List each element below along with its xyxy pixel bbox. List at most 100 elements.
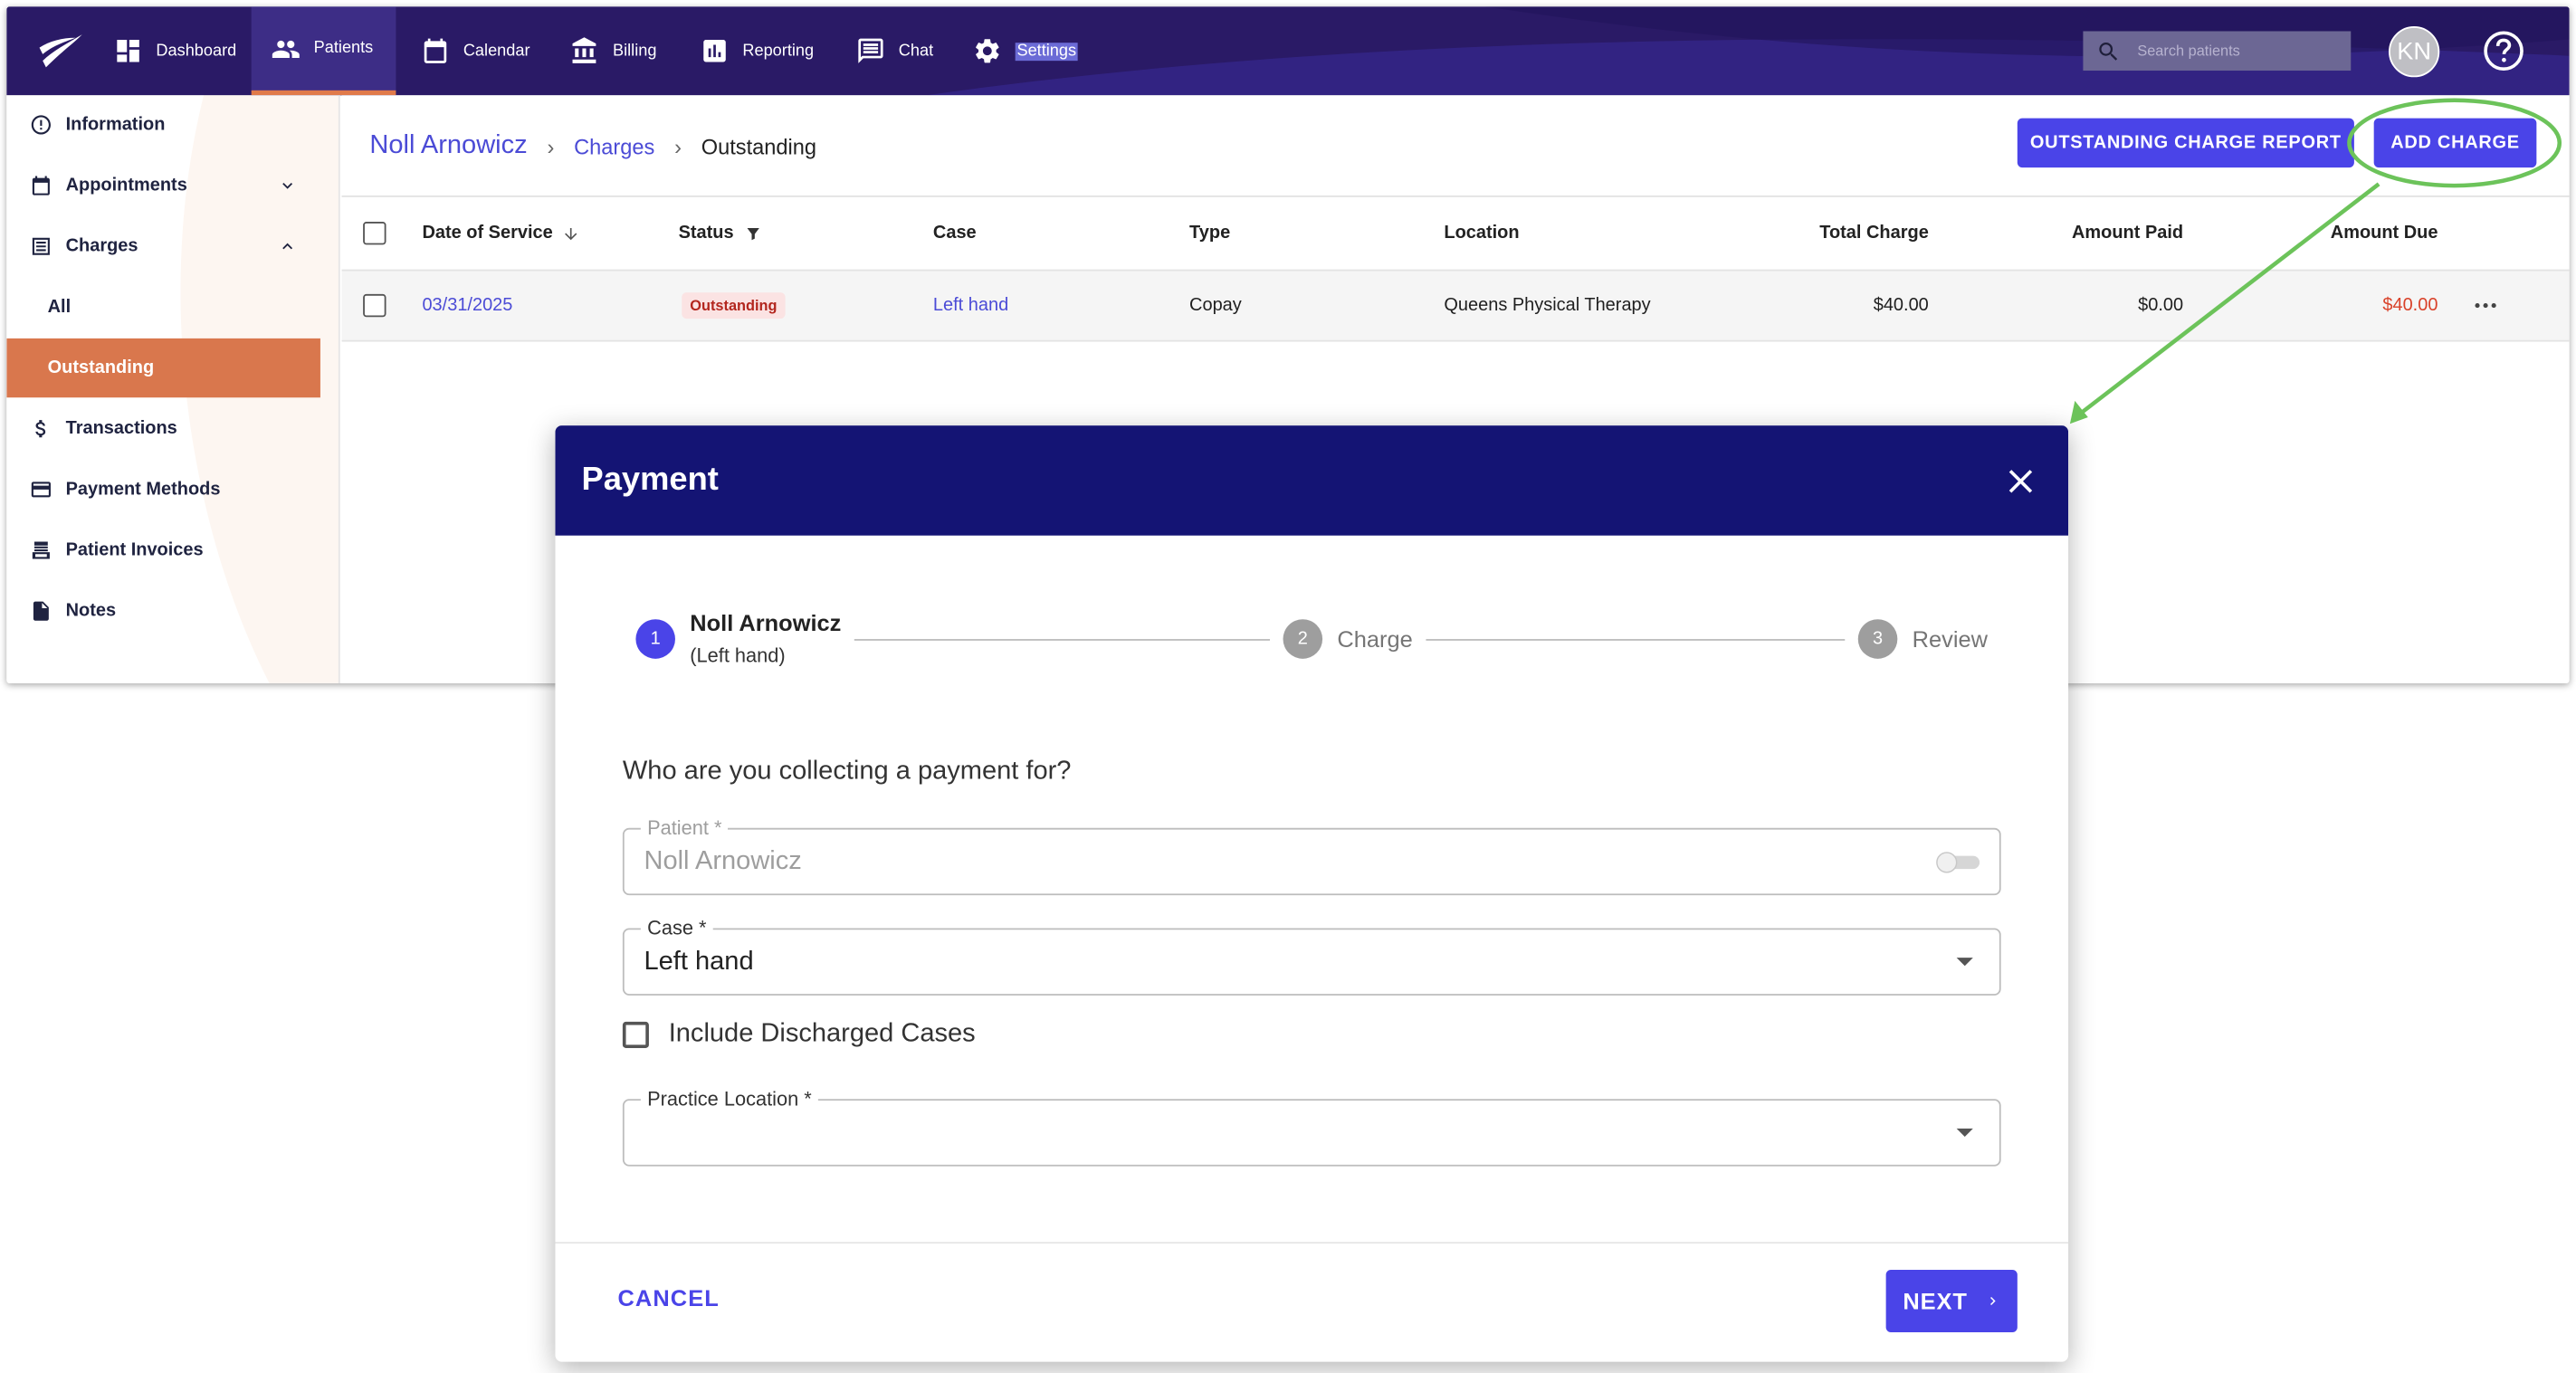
step-2-label: Charge	[1337, 625, 1413, 653]
sidebar-item-label: Transactions	[65, 418, 177, 439]
dropdown-arrow-icon	[1956, 1128, 1973, 1137]
header-date-of-service[interactable]: Date of Service	[422, 197, 580, 270]
header-total-charge: Total Charge	[1819, 223, 1929, 243]
include-discharged-row[interactable]: Include Discharged Cases	[622, 1020, 976, 1050]
sidebar-item-appointments[interactable]: Appointments	[6, 156, 320, 215]
step-3-indicator: 3	[1857, 619, 1898, 659]
app-logo[interactable]	[36, 28, 85, 74]
header-label: Status	[678, 223, 734, 243]
table-header: Date of Service Status Case Type Locatio…	[341, 195, 2570, 272]
top-navigation: Dashboard Patients Calendar Billing Repo…	[6, 6, 2570, 96]
help-icon[interactable]	[2482, 30, 2524, 72]
sidebar-item-patient-invoices[interactable]: Patient Invoices	[6, 520, 320, 579]
sidebar-item-label: Information	[65, 115, 166, 135]
dialog-header: Payment	[555, 425, 2069, 536]
sidebar-item-information[interactable]: Information	[6, 95, 320, 154]
nav-dashboard[interactable]: Dashboard	[93, 6, 256, 95]
nav-settings[interactable]: Settings	[953, 6, 1098, 95]
close-icon[interactable]	[2001, 462, 2041, 501]
nav-calendar[interactable]: Calendar	[401, 6, 549, 95]
nav-reporting[interactable]: Reporting	[680, 6, 833, 95]
payment-dialog: Payment 1 Noll Arnowicz (Left hand) 2 Ch…	[555, 425, 2069, 1362]
case-field-value: Left hand	[644, 948, 754, 977]
patient-field: Patient * Noll Arnowicz	[622, 816, 2001, 896]
header-location: Location	[1444, 223, 1520, 243]
chevron-up-icon	[282, 243, 293, 250]
nav-chat[interactable]: Chat	[836, 6, 953, 95]
note-icon	[33, 601, 49, 621]
status-badge: Outstanding	[682, 292, 786, 319]
step-1-sublabel: (Left hand)	[690, 644, 786, 667]
cell-type: Copay	[1189, 295, 1242, 316]
calendar-icon	[32, 176, 50, 195]
patient-field-value: Noll Arnowicz	[644, 847, 802, 876]
nav-settings-label: Settings	[1015, 42, 1078, 61]
sidebar-item-payment-methods[interactable]: Payment Methods	[6, 460, 320, 519]
nav-billing-label: Billing	[612, 42, 657, 61]
cell-status: Outstanding	[682, 271, 786, 339]
sidebar-item-label: Payment Methods	[65, 479, 221, 500]
case-field-label: Case *	[640, 916, 713, 940]
practice-location-select[interactable]: Practice Location *	[622, 1087, 2001, 1167]
include-discharged-label: Include Discharged Cases	[668, 1020, 976, 1048]
nav-reporting-label: Reporting	[742, 42, 815, 61]
case-select[interactable]: Case * Left hand	[622, 916, 2001, 996]
nav-billing[interactable]: Billing	[550, 6, 676, 95]
nav-dashboard-label: Dashboard	[156, 42, 237, 61]
chevron-right-icon: ›	[674, 133, 682, 159]
search-input[interactable]	[2137, 43, 2335, 60]
table-row[interactable]: 03/31/2025 Outstanding Left hand Copay Q…	[341, 271, 2570, 342]
header-label: Date of Service	[422, 223, 553, 243]
next-button[interactable]: NEXT	[1885, 1269, 2018, 1332]
search-icon	[2099, 42, 2118, 60]
more-horizontal-icon	[2475, 303, 2496, 309]
breadcrumb-patient-link[interactable]: Noll Arnowicz	[369, 131, 527, 161]
chevron-right-icon	[1989, 1296, 1996, 1306]
step-connector	[1426, 639, 1846, 641]
sidebar-item-label: All	[47, 297, 72, 318]
sidebar-item-outstanding[interactable]: Outstanding	[6, 338, 320, 398]
breadcrumb: Noll Arnowicz › Charges › Outstanding	[369, 131, 816, 161]
sidebar-item-all[interactable]: All	[6, 278, 320, 337]
step-1-indicator: 1	[635, 619, 675, 659]
row-checkbox[interactable]	[363, 293, 386, 318]
row-menu[interactable]	[2474, 271, 2496, 339]
outstanding-charge-report-button[interactable]: OUTSTANDING CHARGE REPORT	[2017, 118, 2354, 168]
cell-date[interactable]: 03/31/2025	[422, 271, 512, 339]
cancel-button[interactable]: CANCEL	[617, 1284, 719, 1311]
cell-amount-paid: $0.00	[2138, 295, 2184, 316]
patients-icon	[272, 40, 300, 58]
sidebar-item-charges[interactable]: Charges	[6, 217, 320, 276]
nav-patients[interactable]: Patients	[251, 6, 396, 96]
chevron-right-icon: ›	[547, 133, 555, 159]
sidebar-item-label: Appointments	[65, 176, 187, 195]
add-charge-button[interactable]: ADD CHARGE	[2373, 118, 2537, 168]
sidebar-item-notes[interactable]: Notes	[6, 582, 320, 641]
header-status[interactable]: Status	[679, 197, 762, 270]
breadcrumb-charges-link[interactable]: Charges	[574, 134, 654, 158]
payment-question: Who are you collecting a payment for?	[622, 757, 1072, 786]
nav-patients-label: Patients	[313, 39, 374, 58]
include-discharged-checkbox[interactable]	[622, 1021, 649, 1048]
sidebar-item-label: Notes	[65, 601, 117, 622]
practice-location-label: Practice Location *	[640, 1087, 818, 1111]
sidebar-item-transactions[interactable]: Transactions	[6, 399, 320, 458]
sidebar-item-label: Charges	[65, 236, 138, 257]
chevron-down-icon	[282, 183, 293, 189]
filter-icon[interactable]	[744, 224, 762, 243]
row-select-cell	[363, 271, 386, 339]
cell-case[interactable]: Left hand	[933, 271, 1008, 339]
dollar-icon	[35, 420, 46, 438]
user-avatar[interactable]: KN	[2389, 26, 2440, 78]
sidebar-item-label: Outstanding	[47, 358, 155, 378]
chat-icon	[858, 38, 883, 63]
search-box[interactable]	[2083, 31, 2352, 72]
arrow-down-icon	[565, 227, 578, 240]
header-type: Type	[1189, 223, 1231, 243]
sidebar: Information Appointments Charges All Out…	[6, 95, 340, 684]
nav-calendar-label: Calendar	[463, 42, 530, 61]
cell-location: Queens Physical Therapy	[1444, 295, 1651, 316]
select-all-checkbox[interactable]	[363, 222, 386, 245]
info-icon	[31, 115, 51, 135]
nav-chat-label: Chat	[898, 42, 934, 61]
